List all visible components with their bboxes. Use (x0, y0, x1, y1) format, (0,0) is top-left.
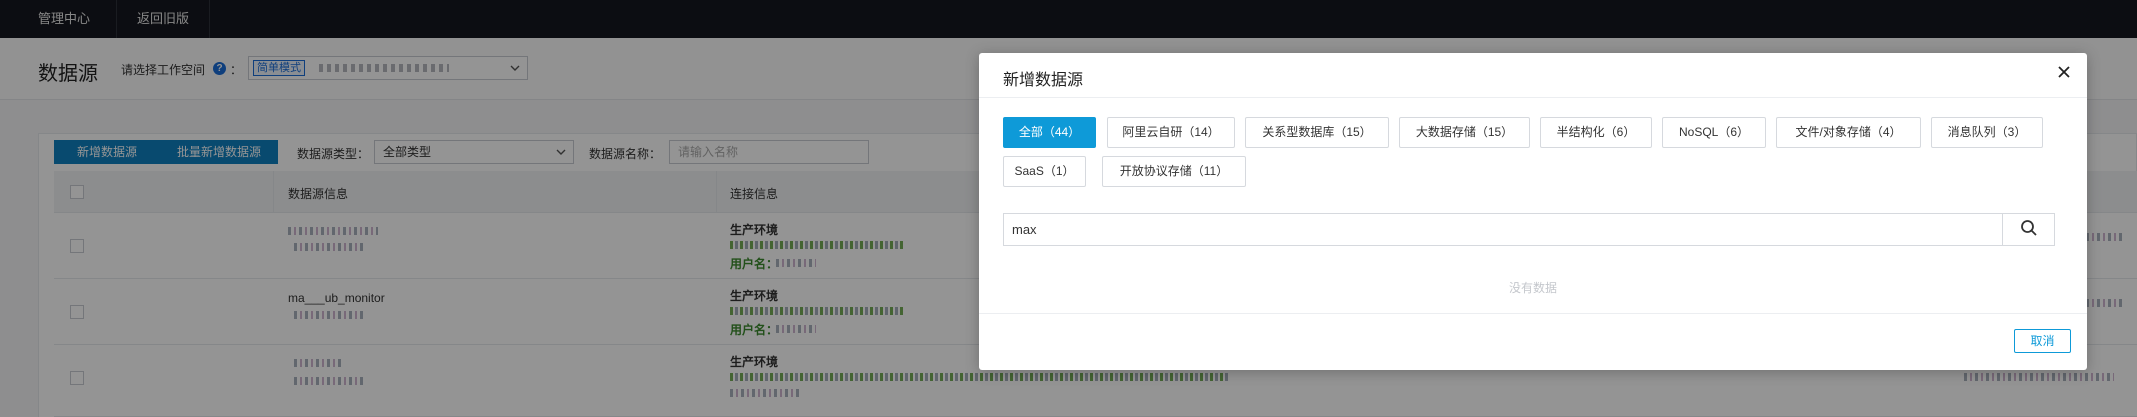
category-nosql[interactable]: NoSQL（6） (1662, 117, 1766, 148)
modal-divider (979, 97, 2087, 98)
close-icon[interactable] (2057, 63, 2071, 83)
category-aliyun[interactable]: 阿里云自研（14） (1107, 117, 1235, 148)
category-semistructured[interactable]: 半结构化（6） (1540, 117, 1652, 148)
empty-state: 没有数据 (1508, 281, 1557, 295)
search-input[interactable] (1004, 214, 2003, 245)
search-icon (2020, 219, 2038, 240)
modal-title: 新增数据源 (1003, 72, 1084, 89)
category-message-queue[interactable]: 消息队列（3） (1931, 117, 2043, 148)
category-bigdata[interactable]: 大数据存储（15） (1399, 117, 1530, 148)
category-open-protocol[interactable]: 开放协议存储（11） (1102, 156, 1246, 187)
modal-footer-divider (979, 313, 2087, 314)
cancel-button[interactable]: 取消 (2014, 329, 2071, 353)
category-file-object[interactable]: 文件/对象存储（4） (1776, 117, 1921, 148)
search-button[interactable] (2002, 214, 2054, 245)
category-relational[interactable]: 关系型数据库（15） (1245, 117, 1389, 148)
datasource-search (1003, 213, 2055, 246)
category-all[interactable]: 全部（44） (1003, 117, 1096, 148)
add-datasource-modal: 新增数据源 全部（44） 阿里云自研（14） 关系型数据库（15） 大数据存储（… (979, 53, 2087, 370)
category-saas[interactable]: SaaS（1） (1003, 156, 1086, 187)
